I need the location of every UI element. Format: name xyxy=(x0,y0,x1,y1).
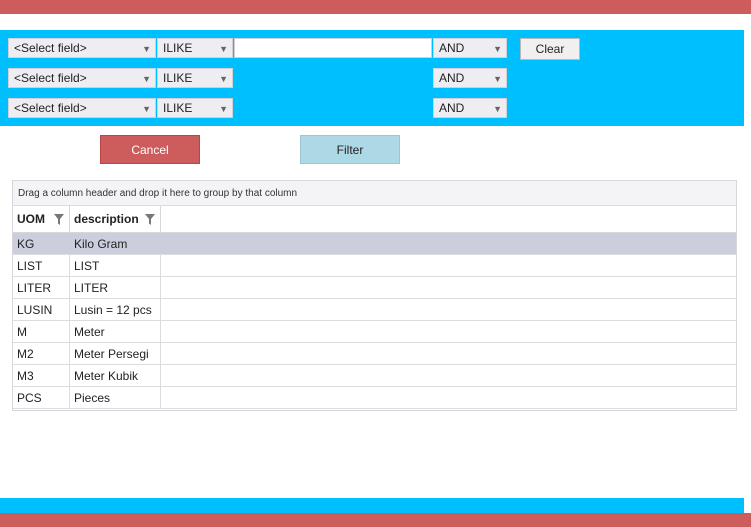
operator-select-2[interactable]: ILIKE ▼ xyxy=(157,68,233,88)
operator-select-value: ILIKE xyxy=(163,71,193,85)
logic-select-1[interactable]: AND ▼ xyxy=(433,38,507,58)
dropdown-arrow-icon: ▼ xyxy=(142,104,151,114)
field-select-3[interactable]: <Select field> ▼ xyxy=(8,98,156,118)
column-header-label: UOM xyxy=(17,212,45,226)
table-row[interactable]: M Meter xyxy=(13,321,736,343)
field-select-value: <Select field> xyxy=(14,71,87,85)
logic-select-value: AND xyxy=(439,101,465,115)
clear-button[interactable]: Clear xyxy=(520,38,580,60)
cell-uom: LIST xyxy=(13,255,70,276)
column-header-label: description xyxy=(74,212,139,226)
cell-uom: KG xyxy=(17,236,35,251)
cancel-button[interactable]: Cancel xyxy=(100,135,200,164)
field-select-value: <Select field> xyxy=(14,41,87,55)
group-by-panel[interactable]: Drag a column header and drop it here to… xyxy=(13,181,736,206)
logic-select-value: AND xyxy=(439,71,465,85)
uom-grid: Drag a column header and drop it here to… xyxy=(12,180,737,411)
dropdown-arrow-icon: ▼ xyxy=(493,74,502,84)
dropdown-arrow-icon: ▼ xyxy=(142,44,151,54)
filter-panel: <Select field> ▼ ILIKE ▼ AND ▼ Clear <Se… xyxy=(0,30,744,126)
cell-description: LITER xyxy=(70,277,161,298)
window-frame-right xyxy=(744,14,751,513)
field-select-value: <Select field> xyxy=(14,101,87,115)
cell-description: Meter Kubik xyxy=(70,365,161,386)
logic-select-3[interactable]: AND ▼ xyxy=(433,98,507,118)
table-row[interactable]: M2 Meter Persegi xyxy=(13,343,736,365)
dialog-footer-bar xyxy=(0,498,744,513)
column-header-description[interactable]: description xyxy=(70,206,161,233)
operator-select-value: ILIKE xyxy=(163,101,193,115)
table-row[interactable]: PCS Pieces xyxy=(13,387,736,409)
operator-select-3[interactable]: ILIKE ▼ xyxy=(157,98,233,118)
cell-uom: LITER xyxy=(13,277,70,298)
column-header-filler xyxy=(161,206,736,233)
logic-select-2[interactable]: AND ▼ xyxy=(433,68,507,88)
table-row[interactable]: LIST LIST xyxy=(13,255,736,277)
operator-select-value: ILIKE xyxy=(163,41,193,55)
table-row[interactable]: LUSIN Lusin = 12 pcs xyxy=(13,299,736,321)
cell-description: Kilo Gram xyxy=(74,236,128,251)
cell-uom: PCS xyxy=(13,387,70,408)
cell-uom: M3 xyxy=(13,365,70,386)
dropdown-arrow-icon: ▼ xyxy=(219,74,228,84)
dropdown-arrow-icon: ▼ xyxy=(142,74,151,84)
cell-description: Meter Persegi xyxy=(70,343,161,364)
logic-select-value: AND xyxy=(439,41,465,55)
filter-button[interactable]: Filter xyxy=(300,135,400,164)
window-frame-bottom xyxy=(0,513,751,527)
cell-description: Meter xyxy=(70,321,161,342)
filter-value-input-1[interactable] xyxy=(234,38,432,58)
cell-description: LIST xyxy=(70,255,161,276)
window-frame-top xyxy=(0,0,751,14)
dropdown-arrow-icon: ▼ xyxy=(493,44,502,54)
table-row[interactable]: LITER LITER xyxy=(13,277,736,299)
cell-description: Lusin = 12 pcs xyxy=(70,299,161,320)
dropdown-arrow-icon: ▼ xyxy=(219,104,228,114)
dropdown-arrow-icon: ▼ xyxy=(219,44,228,54)
table-row[interactable]: M3 Meter Kubik xyxy=(13,365,736,387)
cell-uom: LUSIN xyxy=(13,299,70,320)
field-select-1[interactable]: <Select field> ▼ xyxy=(8,38,156,58)
filter-funnel-icon[interactable] xyxy=(54,214,64,225)
field-select-2[interactable]: <Select field> ▼ xyxy=(8,68,156,88)
column-header-uom[interactable]: UOM xyxy=(13,206,70,233)
filter-funnel-icon[interactable] xyxy=(145,214,155,225)
table-row[interactable]: KG Kilo Gram xyxy=(13,233,736,255)
dropdown-arrow-icon: ▼ xyxy=(493,104,502,114)
filter-dialog: <Select field> ▼ ILIKE ▼ AND ▼ Clear <Se… xyxy=(0,14,744,513)
cell-uom: M2 xyxy=(13,343,70,364)
cell-description: Pieces xyxy=(70,387,161,408)
cell-uom: M xyxy=(13,321,70,342)
operator-select-1[interactable]: ILIKE ▼ xyxy=(157,38,233,58)
